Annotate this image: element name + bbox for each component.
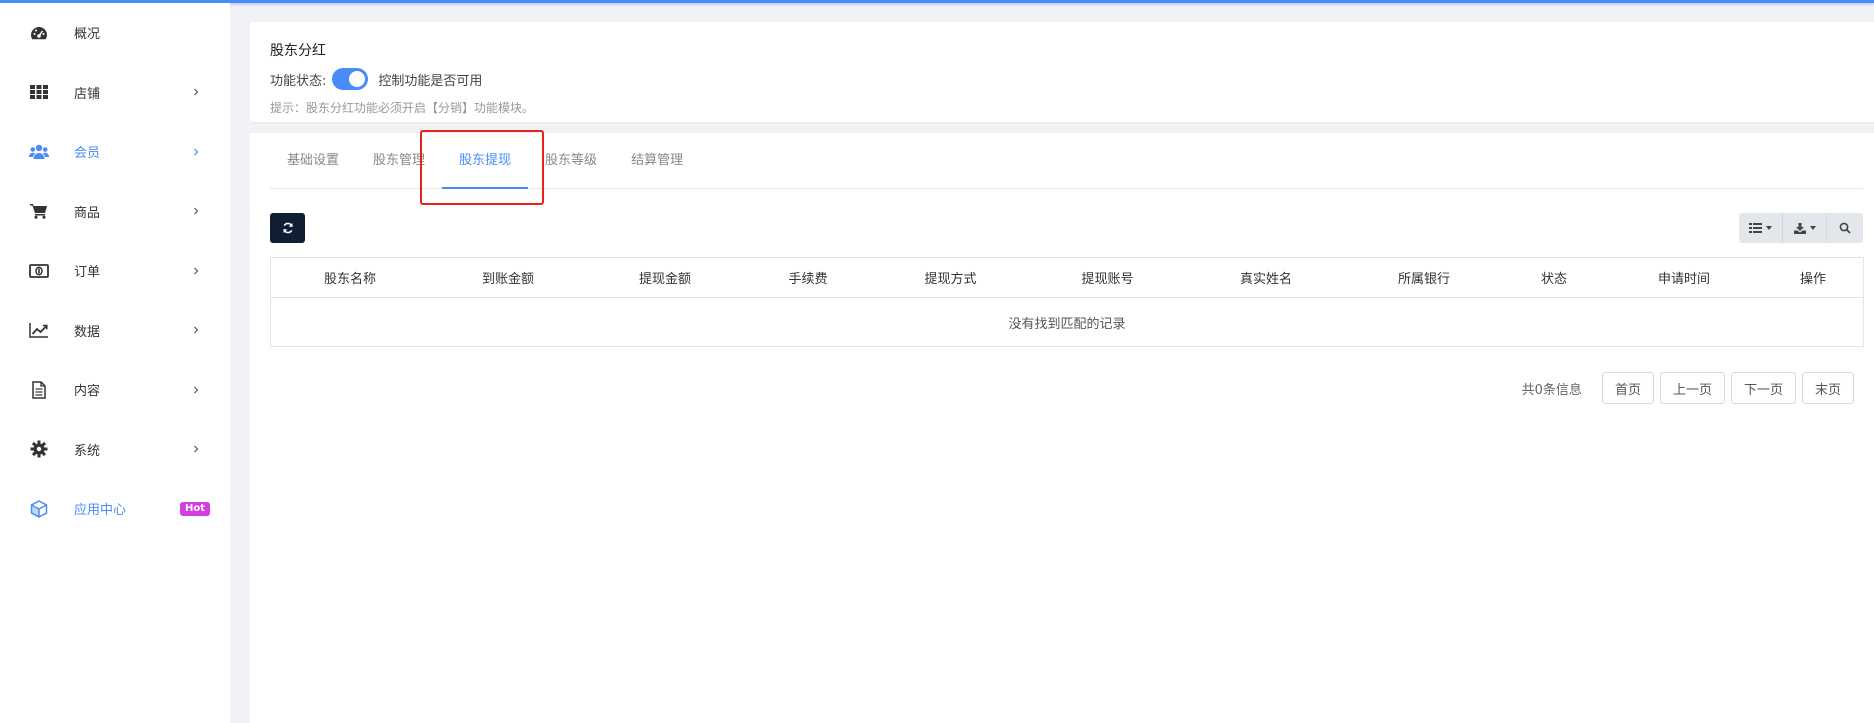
chevron-right-icon bbox=[194, 88, 199, 96]
tab-bar: 基础设置 股东管理 股东提现 股东等级 结算管理 bbox=[270, 133, 1863, 189]
pagination: 共0条信息 首页 上一页 下一页 末页 bbox=[1522, 372, 1854, 404]
table-header: 股东名称 到账金额 提现金额 手续费 提现方式 提现账号 真实姓名 所属银行 状… bbox=[271, 258, 1863, 298]
cart-icon bbox=[28, 202, 50, 220]
column-header[interactable]: 所属银行 bbox=[1345, 258, 1503, 297]
hint-text: 提示：股东分红功能必须开启【分销】功能模块。 bbox=[270, 101, 535, 115]
sidebar-item-data[interactable]: 数据 bbox=[0, 301, 230, 361]
column-header[interactable]: 手续费 bbox=[743, 258, 873, 297]
sidebar-item-label: 数据 bbox=[74, 324, 101, 340]
sidebar-item-app-center[interactable]: 应用中心 Hot bbox=[0, 479, 230, 539]
cube-icon bbox=[28, 499, 50, 518]
column-header[interactable]: 真实姓名 bbox=[1187, 258, 1345, 297]
column-header[interactable]: 提现账号 bbox=[1028, 258, 1187, 297]
feature-card: 股东分红 功能状态: 控制功能是否可用 提示：股东分红功能必须开启【分销】功能模… bbox=[250, 22, 1874, 122]
table-tools bbox=[1739, 213, 1863, 243]
sidebar-item-system[interactable]: 系统 bbox=[0, 420, 230, 480]
toggle-description: 控制功能是否可用 bbox=[378, 73, 483, 89]
refresh-icon bbox=[282, 222, 293, 234]
column-header[interactable]: 到账金额 bbox=[429, 258, 587, 297]
sidebar: 概况 店铺 会员 商品 订单 数据 内容 系统 应用中心 Hot bbox=[0, 3, 230, 723]
sidebar-item-member[interactable]: 会员 bbox=[0, 122, 230, 182]
search-icon bbox=[1839, 222, 1851, 234]
money-icon bbox=[28, 262, 50, 280]
gear-icon bbox=[28, 440, 50, 458]
export-button[interactable] bbox=[1783, 213, 1827, 243]
column-header[interactable]: 股东名称 bbox=[271, 258, 429, 297]
sidebar-item-label: 系统 bbox=[74, 443, 101, 459]
top-progress-bar bbox=[0, 0, 1874, 3]
chevron-right-icon bbox=[194, 326, 199, 334]
caret-down-icon bbox=[1809, 226, 1816, 230]
sidebar-item-label: 商品 bbox=[74, 205, 101, 221]
status-label: 功能状态: bbox=[270, 73, 327, 89]
empty-message: 没有找到匹配的记录 bbox=[1008, 316, 1126, 332]
sidebar-item-label: 会员 bbox=[74, 146, 101, 162]
download-icon bbox=[1793, 222, 1806, 234]
tab-basic-settings[interactable]: 基础设置 bbox=[270, 132, 356, 188]
chevron-right-icon bbox=[194, 207, 199, 215]
caret-down-icon bbox=[1766, 226, 1772, 230]
sidebar-item-content[interactable]: 内容 bbox=[0, 360, 230, 420]
tab-shareholder-level[interactable]: 股东等级 bbox=[528, 132, 614, 188]
chevron-right-icon bbox=[194, 148, 199, 156]
hot-badge: Hot bbox=[179, 501, 210, 516]
sidebar-item-label: 内容 bbox=[74, 384, 101, 400]
column-header[interactable]: 提现方式 bbox=[873, 258, 1028, 297]
sidebar-item-order[interactable]: 订单 bbox=[0, 241, 230, 301]
column-header[interactable]: 状态 bbox=[1503, 258, 1605, 297]
column-header[interactable]: 申请时间 bbox=[1605, 258, 1763, 297]
sidebar-item-overview[interactable]: 概况 bbox=[0, 3, 230, 63]
main-card: 基础设置 股东管理 股东提现 股东等级 结算管理 股东名称 到账金额 提现金额 … bbox=[250, 133, 1874, 723]
last-page-button[interactable]: 末页 bbox=[1801, 372, 1854, 404]
status-row: 功能状态: 控制功能是否可用 bbox=[270, 68, 1854, 90]
dashboard-icon bbox=[28, 24, 50, 42]
search-button[interactable] bbox=[1827, 213, 1863, 243]
chevron-right-icon bbox=[194, 267, 199, 275]
sidebar-item-label: 店铺 bbox=[74, 86, 101, 102]
sidebar-item-label: 概况 bbox=[74, 27, 101, 43]
page-title: 股东分红 bbox=[270, 43, 326, 59]
users-icon bbox=[28, 143, 50, 161]
sidebar-item-label: 订单 bbox=[74, 265, 101, 281]
chevron-right-icon bbox=[194, 386, 199, 394]
tab-shareholder-withdrawal[interactable]: 股东提现 bbox=[442, 132, 529, 189]
first-page-button[interactable]: 首页 bbox=[1601, 372, 1654, 404]
columns-icon bbox=[1749, 223, 1762, 233]
feature-toggle[interactable] bbox=[332, 68, 369, 90]
prev-page-button[interactable]: 上一页 bbox=[1659, 372, 1725, 404]
line-chart-icon bbox=[28, 321, 50, 339]
table-toolbar bbox=[270, 189, 1863, 249]
column-header[interactable]: 操作 bbox=[1763, 258, 1863, 297]
next-page-button[interactable]: 下一页 bbox=[1730, 372, 1796, 404]
withdrawal-table: 股东名称 到账金额 提现金额 手续费 提现方式 提现账号 真实姓名 所属银行 状… bbox=[270, 257, 1864, 347]
pagination-info: 共0条信息 bbox=[1521, 382, 1582, 398]
sidebar-item-product[interactable]: 商品 bbox=[0, 182, 230, 242]
grid-icon bbox=[28, 83, 50, 101]
document-icon bbox=[28, 381, 50, 399]
tab-settlement-management[interactable]: 结算管理 bbox=[614, 132, 700, 188]
column-header[interactable]: 提现金额 bbox=[587, 258, 743, 297]
columns-toggle-button[interactable] bbox=[1739, 213, 1783, 243]
tab-shareholder-management[interactable]: 股东管理 bbox=[356, 132, 442, 188]
refresh-button[interactable] bbox=[270, 213, 305, 243]
sidebar-item-shop[interactable]: 店铺 bbox=[0, 63, 230, 123]
chevron-right-icon bbox=[194, 445, 199, 453]
